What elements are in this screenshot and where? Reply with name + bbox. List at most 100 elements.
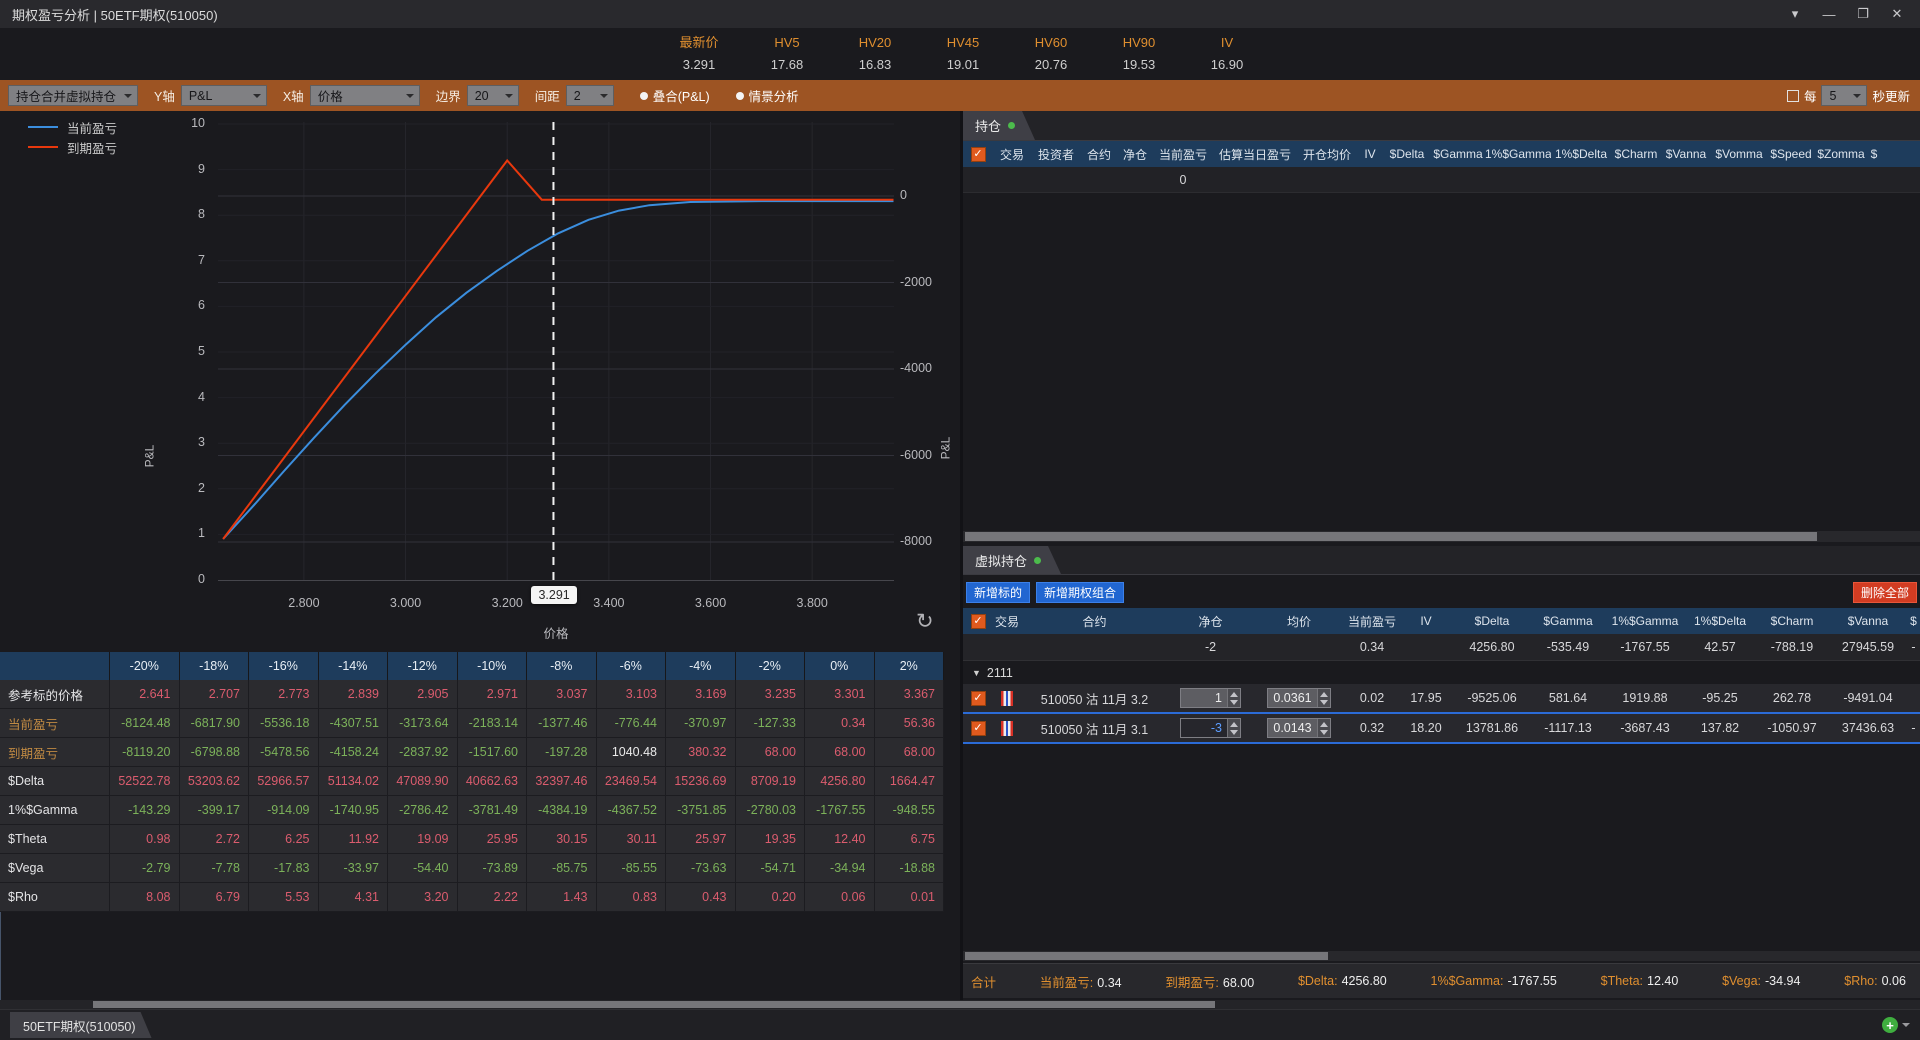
row-checkbox[interactable] (971, 691, 986, 706)
add-tab-caret-icon[interactable] (1902, 1023, 1910, 1031)
stepper-arrows[interactable] (1227, 689, 1240, 707)
stepper-down-icon[interactable] (1230, 700, 1238, 705)
overlay-radio[interactable]: 叠合(P&L) (640, 86, 710, 105)
refresh-icon[interactable]: ↻ (916, 609, 934, 634)
scenario-cell: 19.35 (736, 825, 806, 854)
maximize-icon[interactable]: ❐ (1850, 3, 1876, 25)
avg-price-stepper[interactable]: 0.0361 (1253, 688, 1345, 708)
stepper-up-icon[interactable] (1320, 692, 1328, 697)
tab-virtual-positions[interactable]: 虚拟持仓 (963, 546, 1061, 574)
net-position-stepper[interactable]: 1 (1168, 688, 1253, 708)
positions-column-header[interactable]: $Delta (1383, 147, 1431, 161)
net-position-stepper[interactable]: -3 (1168, 718, 1253, 738)
virtual-group-row[interactable]: ▼ 2111 (963, 661, 1920, 684)
stepper[interactable]: 1 (1180, 688, 1241, 708)
positions-column-header[interactable]: IV (1357, 147, 1383, 161)
add-option-combo-button[interactable]: 新增期权组合 (1036, 582, 1124, 603)
delete-all-button[interactable]: 删除全部 (1853, 582, 1917, 603)
positions-column-header[interactable]: $Zomma (1815, 147, 1867, 161)
virtual-column-header[interactable]: 1%$Delta (1685, 614, 1755, 628)
tab-positions[interactable]: 持仓 (963, 111, 1035, 140)
legend-label: 当前盈亏 (67, 118, 117, 137)
close-icon[interactable]: ✕ (1884, 3, 1910, 25)
status-tab-underlying[interactable]: 50ETF期权(510050) (10, 1012, 152, 1038)
select-all-checkbox[interactable] (971, 147, 986, 162)
positions-column-header[interactable]: 估算当日盈亏 (1213, 146, 1297, 163)
status-bar: 50ETF期权(510050) + (0, 1009, 1920, 1040)
virtual-totals-cell: 4256.80 (1453, 640, 1531, 654)
scenario-cell: -2786.42 (388, 796, 458, 825)
stepper-up-icon[interactable] (1320, 722, 1328, 727)
virtual-column-header[interactable]: $Gamma (1531, 614, 1605, 628)
totals-item-label: $Rho: (1844, 974, 1877, 988)
legend-item[interactable]: 当前盈亏 (28, 117, 117, 137)
positions-column-header[interactable]: $Charm (1611, 147, 1661, 161)
totals-item: $Vega:-34.94 (1722, 974, 1800, 988)
positions-column-header[interactable]: 交易 (993, 146, 1031, 163)
virtual-column-header[interactable]: 合约 (1021, 613, 1168, 630)
virtual-column-header[interactable]: $Vanna (1829, 614, 1907, 628)
virtual-column-header[interactable]: 净仓 (1168, 613, 1253, 630)
stepper-value[interactable]: -3 (1181, 719, 1227, 737)
stepper[interactable]: 0.0143 (1267, 718, 1330, 738)
positions-column-header[interactable]: 开仓均价 (1297, 146, 1357, 163)
y-axis-left-tick: 7 (165, 253, 205, 267)
positions-column-header[interactable]: 净仓 (1117, 146, 1153, 163)
boundary-select[interactable]: 20 (467, 85, 519, 106)
stepper-value[interactable]: 1 (1181, 689, 1227, 707)
scrollbar-thumb[interactable] (965, 952, 1328, 960)
add-tab-icon[interactable]: + (1882, 1017, 1898, 1033)
virtual-column-header[interactable]: 交易 (993, 613, 1021, 630)
scrollbar-thumb[interactable] (965, 532, 1817, 541)
stepper-arrows[interactable] (1317, 689, 1330, 707)
stepper-value[interactable]: 0.0143 (1268, 719, 1316, 737)
interval-select[interactable]: 2 (566, 85, 614, 106)
virtual-column-header[interactable]: 均价 (1253, 613, 1345, 630)
minimize-icon[interactable]: — (1816, 3, 1842, 25)
stepper[interactable]: -3 (1180, 718, 1241, 738)
virtual-column-header[interactable]: 当前盈亏 (1345, 613, 1399, 630)
select-all-checkbox[interactable] (971, 614, 986, 629)
add-underlying-button[interactable]: 新增标的 (966, 582, 1030, 603)
stepper[interactable]: 0.0361 (1267, 688, 1330, 708)
stepper-value[interactable]: 0.0361 (1268, 689, 1316, 707)
stepper-arrows[interactable] (1317, 719, 1330, 737)
positions-column-header[interactable]: 合约 (1081, 146, 1117, 163)
virtual-column-header[interactable]: $Delta (1453, 614, 1531, 628)
y-axis-select[interactable]: P&L (181, 85, 267, 106)
green-dot-icon (1008, 122, 1015, 129)
positions-column-header[interactable]: $Vanna (1661, 147, 1711, 161)
virtual-column-header[interactable]: $Charm (1755, 614, 1829, 628)
stepper-down-icon[interactable] (1230, 730, 1238, 735)
position-mode-select[interactable]: 持仓合并虚拟持仓 (8, 85, 138, 106)
virtual-column-header[interactable]: IV (1399, 614, 1453, 628)
menu-caret-icon[interactable]: ▾ (1782, 3, 1808, 25)
refresh-seconds-select[interactable]: 5 (1821, 85, 1867, 106)
avg-price-stepper[interactable]: 0.0143 (1253, 718, 1345, 738)
auto-refresh-checkbox[interactable] (1787, 90, 1799, 102)
stepper-down-icon[interactable] (1320, 700, 1328, 705)
positions-column-header[interactable]: $Speed (1767, 147, 1815, 161)
stepper-up-icon[interactable] (1230, 722, 1238, 727)
scrollbar-thumb[interactable] (93, 1001, 1215, 1008)
positions-column-header[interactable]: 投资者 (1031, 146, 1081, 163)
positions-table-row[interactable]: 0 (963, 167, 1920, 193)
x-axis-label: X轴 (283, 86, 304, 105)
row-checkbox[interactable] (971, 721, 986, 736)
positions-column-header[interactable]: $Gamma (1431, 147, 1485, 161)
scenario-radio[interactable]: 情景分析 (736, 86, 799, 105)
virtual-position-row[interactable]: 510050 沽 11月 3.210.03610.0217.95-9525.06… (963, 684, 1920, 714)
x-axis-select[interactable]: 价格 (310, 85, 420, 106)
legend-item[interactable]: 到期盈亏 (28, 137, 117, 157)
positions-column-header[interactable]: $ (1867, 147, 1881, 161)
stepper-up-icon[interactable] (1230, 692, 1238, 697)
stepper-arrows[interactable] (1227, 719, 1240, 737)
positions-column-header[interactable]: 1%$Gamma (1485, 147, 1551, 161)
stepper-down-icon[interactable] (1320, 730, 1328, 735)
virtual-column-header[interactable]: 1%$Gamma (1605, 614, 1685, 628)
virtual-column-header[interactable]: $ (1907, 614, 1920, 628)
virtual-position-row[interactable]: 510050 沽 11月 3.1-30.01430.3218.2013781.8… (963, 714, 1920, 744)
positions-column-header[interactable]: $Vomma (1711, 147, 1767, 161)
positions-column-header[interactable]: 1%$Delta (1551, 147, 1611, 161)
positions-column-header[interactable]: 当前盈亏 (1153, 146, 1213, 163)
